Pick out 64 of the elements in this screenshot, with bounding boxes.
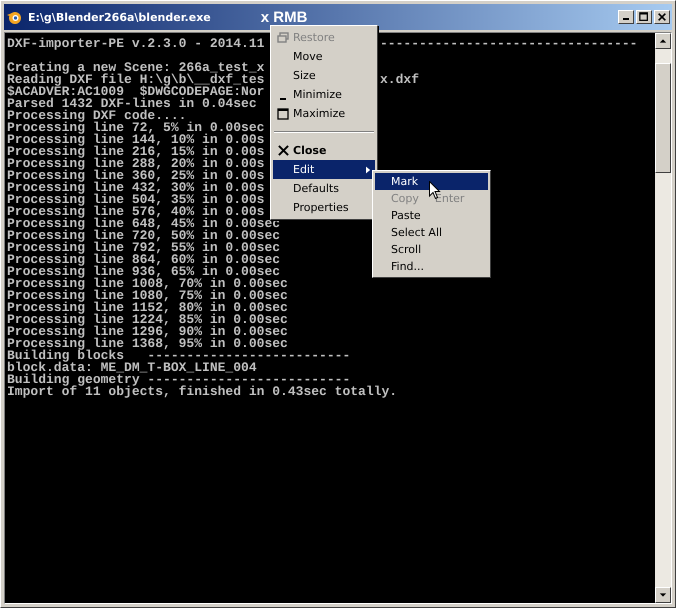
console-line: Processing line 72, 5% in 0.00sec — [7, 122, 264, 134]
console-line: Processing DXF code.... — [7, 110, 186, 122]
menu-item[interactable]: Paste — [375, 207, 488, 224]
down-arrow-icon — [659, 591, 667, 599]
menu-item[interactable]: Minimize — [273, 85, 375, 104]
scroll-up-button[interactable] — [655, 33, 671, 49]
console-line: x.dxf — [380, 74, 420, 86]
console-line: Processing line 1368, 95% in 0.00sec — [7, 338, 288, 350]
minimize-icon — [280, 98, 286, 100]
console-line: Building geometry -------------------------- — [7, 374, 350, 386]
console-line: $ACADVER:AC1009 $DWGCODEPAGE:Nor — [7, 86, 264, 98]
close-button[interactable] — [654, 10, 670, 24]
console-line: Parsed 1432 DXF-lines in 0.04sec — [7, 98, 257, 110]
menu-item[interactable]: Defaults — [273, 179, 375, 198]
app-icon — [6, 9, 22, 25]
console-line: Processing line 432, 30% in 0.00s — [7, 182, 264, 194]
console-line: Processing line 1224, 85% in 0.00sec — [7, 314, 288, 326]
console-line: Processing line 864, 60% in 0.00sec — [7, 254, 280, 266]
scroll-thumb[interactable] — [655, 63, 671, 173]
close-icon — [278, 145, 288, 156]
console-line: Import of 11 objects, finished in 0.43sec totally. — [7, 386, 398, 398]
console-line: Processing line 216, 15% in 0.00s — [7, 146, 264, 158]
console-line: Creating a new Scene: 266a_test_x — [7, 62, 264, 74]
minimize-icon — [623, 18, 629, 20]
menu-item[interactable]: Close — [273, 141, 375, 160]
console-line: block.data: ME_DM_T-BOX_LINE_004 — [7, 362, 257, 374]
menu-item[interactable]: Mark — [375, 173, 488, 190]
submenu-arrow-icon — [366, 166, 371, 174]
console-line: Processing line 288, 20% in 0.00s — [7, 158, 264, 170]
minimize-button[interactable] — [618, 10, 634, 24]
menu-item[interactable]: Scroll — [375, 241, 488, 258]
console-line: Processing line 1008, 70% in 0.00sec — [7, 278, 288, 290]
scroll-down-button[interactable] — [655, 587, 671, 603]
console-line: Building blocks -------------------------- — [7, 350, 350, 362]
console-line: Processing line 1080, 75% in 0.00sec — [7, 290, 288, 302]
window-title: E:\g\Blender266a\blender.exe — [28, 10, 211, 24]
annotation-text: x RMB — [260, 8, 308, 26]
maximize-icon — [277, 108, 289, 120]
menu-item[interactable]: Size — [273, 66, 375, 85]
maximize-button[interactable] — [636, 10, 652, 24]
console-line: Processing line 144, 10% in 0.00s — [7, 134, 264, 146]
close-icon — [657, 12, 667, 22]
console-line: Processing line 792, 55% in 0.00sec — [7, 242, 280, 254]
console-line: Processing line 504, 35% in 0.00s — [7, 194, 264, 206]
menu-item[interactable]: Edit — [273, 160, 375, 179]
console-line: Processing line 1296, 90% in 0.00sec — [7, 326, 288, 338]
up-arrow-icon — [659, 37, 667, 45]
menu-item[interactable]: Move — [273, 47, 375, 66]
console-line: Processing line 1152, 80% in 0.00sec — [7, 302, 288, 314]
menu-item[interactable]: Find... — [375, 258, 488, 275]
maximize-icon — [639, 12, 649, 22]
menu-item[interactable]: Properties — [273, 198, 375, 217]
console-line: Processing line 648, 45% in 0.00sec — [7, 218, 280, 230]
console-line: Reading DXF file H:\g\b\__dxf_tes — [7, 74, 264, 86]
console-line: Processing line 576, 40% in 0.00s — [7, 206, 264, 218]
console-line: Processing line 720, 50% in 0.00sec — [7, 230, 280, 242]
menu-item[interactable]: Select All — [375, 224, 488, 241]
console-line: DXF-importer-PE v.2.3.0 - 2014.11 — [7, 38, 264, 50]
console-line: Processing line 360, 25% in 0.00s — [7, 170, 264, 182]
menu-item[interactable]: Maximize — [273, 104, 375, 123]
scrollbar[interactable] — [655, 33, 671, 603]
console-line: --------------------------------- — [380, 38, 638, 50]
console-line: Processing line 936, 65% in 0.00sec — [7, 266, 280, 278]
restore-icon — [277, 32, 289, 44]
